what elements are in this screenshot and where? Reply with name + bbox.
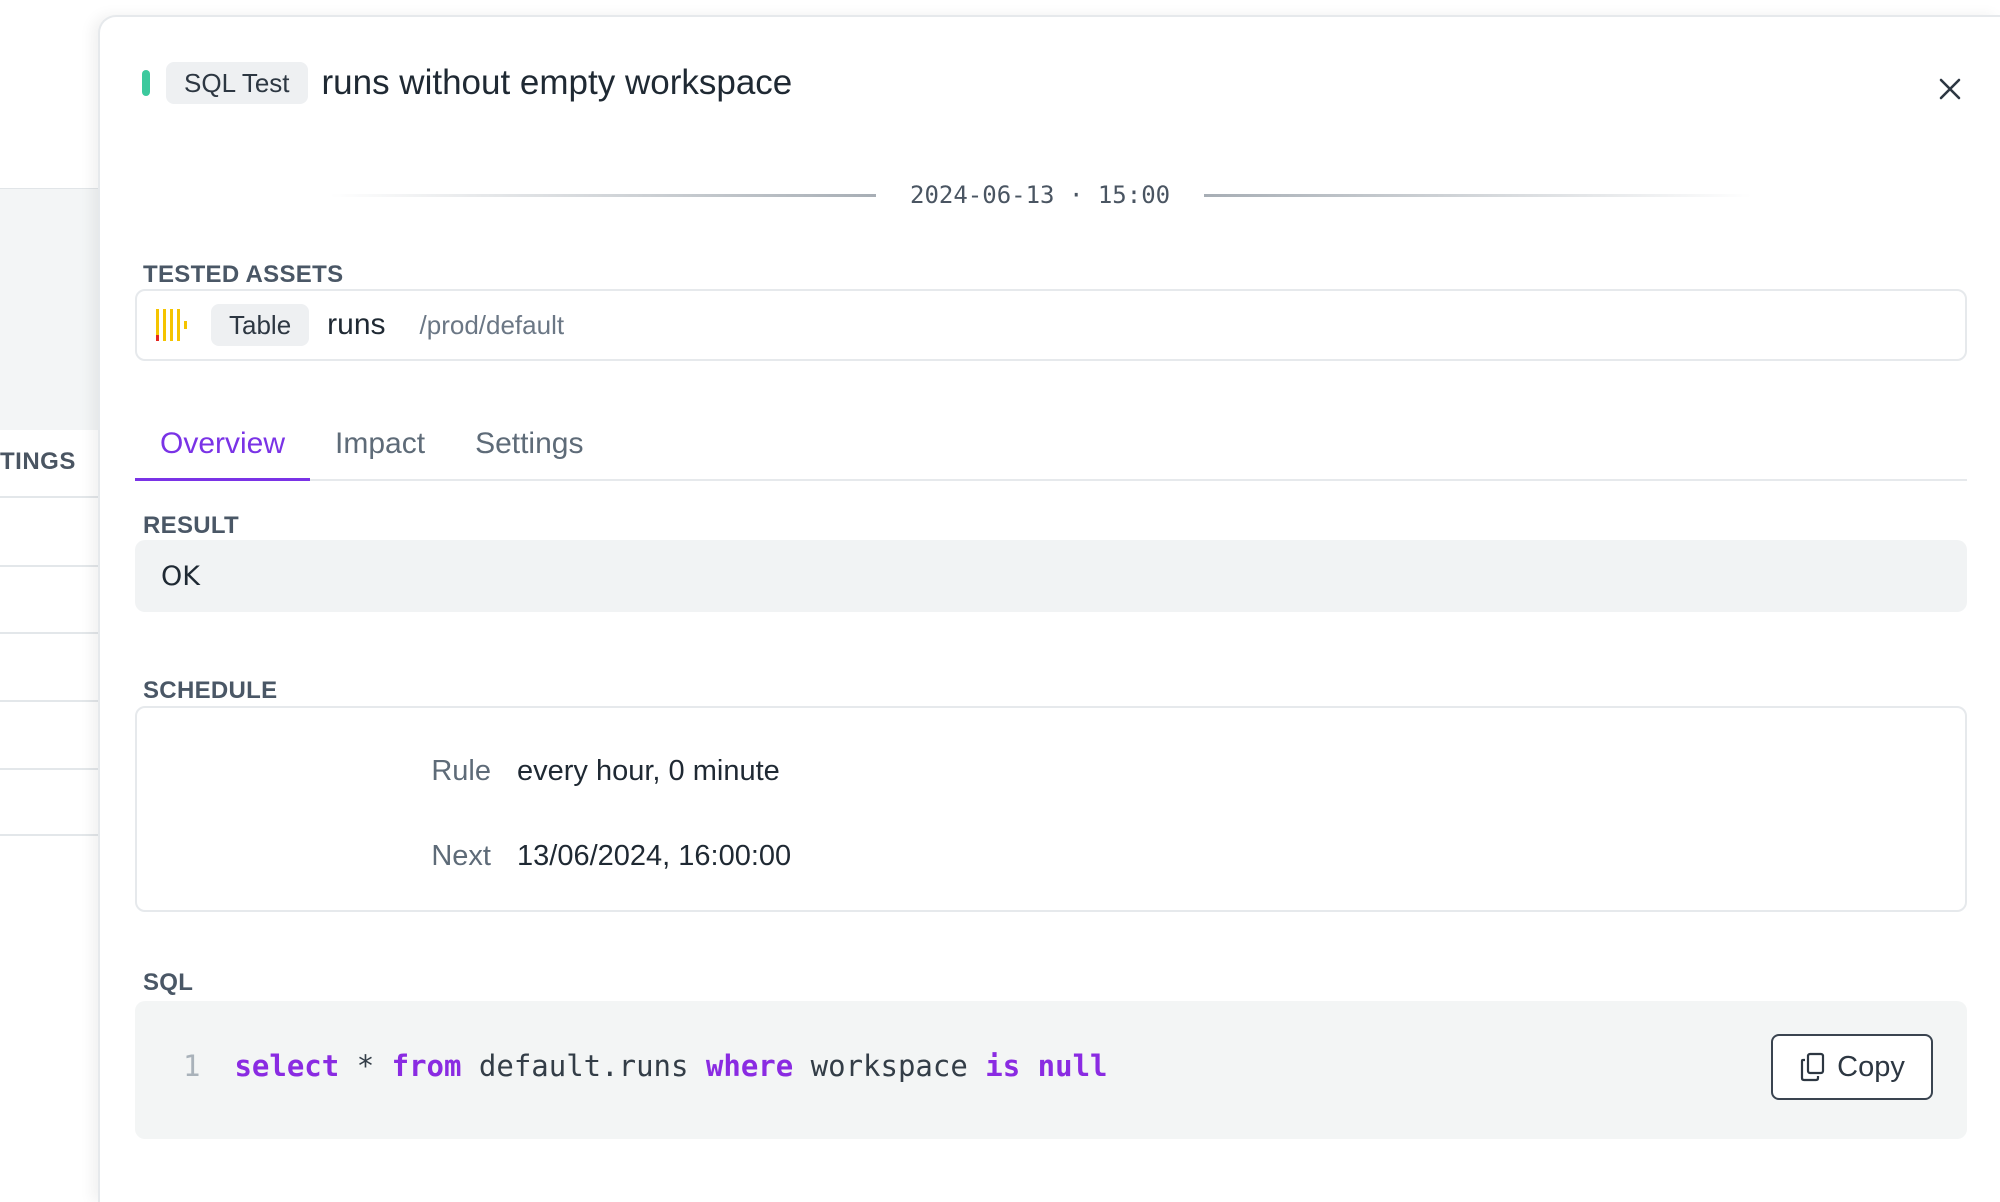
background-divider	[0, 834, 100, 836]
asset-path: /prod/default	[419, 309, 565, 340]
schedule-rule-row: Rule every hour, 0 minute	[137, 749, 1965, 793]
sql-keyword: is	[985, 1049, 1021, 1083]
result-box: OK	[135, 540, 1967, 612]
status-indicator	[142, 70, 150, 96]
line-number: 1	[183, 1049, 201, 1083]
copy-button-label: Copy	[1837, 1050, 1905, 1083]
background-divider	[0, 565, 100, 567]
run-timestamp[interactable]: 2024-06-13 · 15:00	[876, 181, 1204, 209]
schedule-card: Rule every hour, 0 minute Next 13/06/202…	[135, 706, 1967, 912]
background-panel	[0, 188, 100, 430]
tested-asset-card[interactable]: Table runs /prod/default	[135, 289, 1967, 361]
asset-type-chip: Table	[211, 304, 310, 346]
close-button[interactable]	[1930, 69, 1970, 109]
sql-text: default.runs	[461, 1049, 706, 1083]
timeline-line-right	[1204, 193, 1753, 197]
sql-keyword: where	[705, 1049, 794, 1083]
sql-keyword: null	[1037, 1049, 1108, 1083]
test-detail-drawer: SQL Test runs without empty workspace 20…	[98, 15, 2000, 1202]
schedule-rule-value: every hour, 0 minute	[517, 754, 780, 787]
background-section-heading: TINGS	[0, 448, 76, 475]
drawer-title: runs without empty workspace	[321, 63, 793, 102]
close-icon	[1939, 78, 1961, 100]
copy-icon	[1801, 1052, 1825, 1082]
drawer-tabs: Overview Impact Settings	[135, 419, 1967, 481]
sql-keyword: from	[391, 1049, 462, 1083]
schedule-rule-key: Rule	[431, 754, 491, 787]
tab-overview[interactable]: Overview	[135, 419, 311, 481]
tab-settings[interactable]: Settings	[450, 419, 608, 481]
tested-assets-label: TESTED ASSETS	[143, 261, 344, 288]
sql-code-line: 1 select * from default.runs where worksp…	[183, 1049, 1108, 1083]
sql-text: workspace	[793, 1049, 986, 1083]
sql-label: SQL	[143, 969, 194, 996]
schedule-label: SCHEDULE	[143, 677, 278, 704]
background-divider	[0, 700, 100, 702]
schedule-next-row: Next 13/06/2024, 16:00:00	[137, 834, 1965, 878]
drawer-header: SQL Test runs without empty workspace	[142, 61, 792, 105]
result-label: RESULT	[143, 512, 240, 539]
background-divider	[0, 496, 100, 498]
sql-text: *	[339, 1049, 392, 1083]
run-timeline: 2024-06-13 · 15:00	[330, 175, 1870, 215]
result-value: OK	[161, 560, 200, 592]
timeline-line-left	[330, 193, 876, 197]
copy-button[interactable]: Copy	[1771, 1034, 1933, 1100]
background-divider	[0, 768, 100, 770]
tab-impact[interactable]: Impact	[310, 419, 450, 481]
schedule-next-value: 13/06/2024, 16:00:00	[517, 839, 792, 872]
background-page: TINGS	[0, 0, 100, 1202]
test-type-chip: SQL Test	[166, 62, 308, 104]
schedule-next-key: Next	[431, 839, 491, 872]
sql-keyword: select	[234, 1049, 340, 1083]
asset-name[interactable]: runs	[327, 308, 385, 342]
background-divider	[0, 632, 100, 634]
sql-code-block: 1 select * from default.runs where worksp…	[135, 1001, 1967, 1139]
clickhouse-table-icon	[156, 309, 187, 341]
